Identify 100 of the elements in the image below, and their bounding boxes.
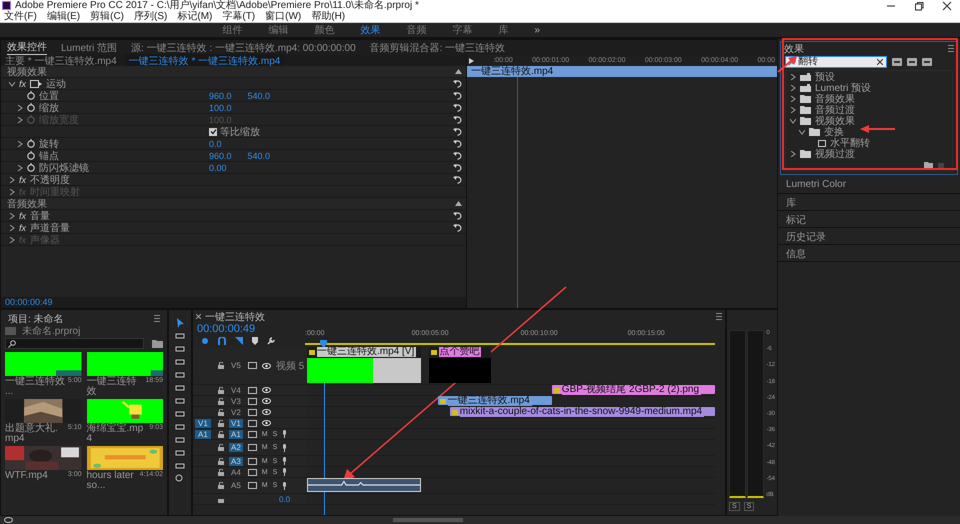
workspace-tab[interactable]: 效果 — [360, 23, 380, 37]
menu-item[interactable]: 字幕(T) — [222, 11, 256, 22]
chevron-icon[interactable] — [790, 96, 796, 102]
track-target[interactable]: A1 — [229, 430, 243, 438]
clip[interactable]: mixkit-a-couple-of-cats-in-the-snow-9949-medium.mp4 — [450, 407, 715, 416]
chevron-icon[interactable] — [790, 106, 796, 112]
clip[interactable] — [307, 478, 422, 492]
marker-icon[interactable] — [252, 337, 258, 345]
tree-item[interactable]: 视频效果 — [815, 114, 855, 128]
chevron-icon[interactable] — [17, 104, 23, 110]
panel-tab[interactable]: Lumetri 范围 — [61, 40, 118, 54]
track-target[interactable]: V5 — [229, 361, 243, 370]
eye-icon[interactable] — [262, 420, 271, 426]
source-patch[interactable]: A1 — [195, 430, 211, 438]
snap-icon[interactable] — [218, 337, 226, 345]
collapse-icon[interactable] — [455, 69, 462, 74]
tree-item[interactable]: 视频过渡 — [815, 146, 855, 160]
menu-item[interactable]: 文件(F) — [4, 11, 37, 22]
parameter-value[interactable]: 540.0 — [248, 90, 270, 100]
workspace-tab[interactable]: 组件 — [222, 23, 242, 37]
collapse-icon[interactable] — [455, 201, 462, 206]
sync-icon[interactable] — [4, 517, 13, 523]
track-target[interactable]: A2 — [229, 443, 243, 452]
restore-icon[interactable] — [914, 0, 924, 10]
microphone-icon[interactable] — [282, 444, 288, 452]
clip[interactable]: GBP-视频结尾 2GBP-2 (2).png — [552, 385, 715, 394]
track-target[interactable]: A3 — [229, 456, 243, 466]
transform-icon[interactable] — [30, 80, 42, 88]
linked-selection-icon[interactable] — [235, 337, 243, 345]
workspace-tab[interactable]: 音频 — [406, 23, 426, 37]
clip[interactable]: 一键三连特效.mp4 [V] — [307, 347, 422, 383]
reset-icon[interactable] — [453, 175, 462, 184]
menu-item[interactable]: 帮助(H) — [311, 11, 346, 22]
track-target[interactable]: A5 — [229, 481, 243, 490]
tree-item[interactable]: 变换 — [824, 124, 844, 138]
clip[interactable]: 点个赞吧 — [429, 347, 491, 383]
workspace-tab[interactable]: 编辑 — [268, 23, 288, 37]
collapsed-panel[interactable]: Lumetri Color — [778, 177, 960, 194]
chevron-icon[interactable] — [9, 224, 15, 230]
menu-item[interactable]: 编辑(E) — [46, 11, 80, 22]
selection-tool-icon[interactable] — [175, 318, 185, 328]
eye-icon[interactable] — [262, 409, 271, 415]
chevron-icon[interactable] — [9, 176, 15, 182]
menu-item[interactable]: 剪辑(C) — [90, 11, 124, 22]
close-icon[interactable] — [942, 0, 952, 10]
checkbox[interactable] — [209, 128, 217, 136]
close-icon[interactable] — [196, 314, 201, 319]
parameter-value[interactable]: 0.0 — [209, 138, 222, 148]
parameter-value[interactable]: 540.0 — [248, 150, 270, 160]
chevron-icon[interactable] — [790, 150, 796, 156]
parameter-value[interactable]: 960.0 — [209, 90, 232, 100]
nest-icon[interactable] — [201, 337, 209, 345]
wrench-icon[interactable] — [267, 337, 275, 345]
timecode[interactable]: 00:00:00:49 — [1, 297, 53, 307]
fx-badge[interactable]: fx — [19, 78, 26, 88]
chevron-icon[interactable] — [17, 164, 23, 170]
chevron-icon[interactable] — [799, 128, 805, 134]
track-target[interactable]: V1 — [229, 418, 243, 428]
clip-bar[interactable]: 一键三连特效.mp4 — [467, 66, 777, 77]
track-target[interactable]: V3 — [229, 396, 243, 406]
microphone-icon[interactable] — [282, 457, 288, 465]
more-workspaces-button[interactable]: » — [534, 24, 540, 36]
parameter-value[interactable]: 960.0 — [209, 150, 232, 160]
eye-icon[interactable] — [262, 387, 271, 393]
eye-icon[interactable] — [262, 362, 271, 368]
chevron-icon[interactable] — [790, 74, 796, 80]
chevron-icon[interactable] — [790, 118, 796, 124]
new-bin-icon[interactable] — [152, 339, 163, 348]
chevron-icon[interactable] — [9, 80, 15, 86]
track-target[interactable]: V4 — [229, 386, 243, 394]
tree-item[interactable]: 音频过渡 — [815, 102, 855, 116]
search-field[interactable] — [5, 338, 144, 349]
fx-badge[interactable]: fx — [19, 222, 26, 232]
sequence-tab[interactable]: 一键三连特效 — [205, 310, 265, 324]
clear-icon[interactable] — [877, 59, 883, 65]
chevron-icon[interactable] — [9, 212, 15, 218]
reset-icon[interactable] — [453, 79, 462, 88]
menu-icon[interactable] — [716, 313, 722, 320]
search-field[interactable]: 翻转 — [785, 56, 887, 68]
reset-icon[interactable] — [453, 211, 462, 220]
track-target[interactable]: V2 — [229, 408, 243, 416]
menu-item[interactable]: 序列(S) — [134, 11, 168, 22]
track-target[interactable]: A4 — [229, 468, 243, 476]
fx-badge[interactable]: fx — [19, 210, 26, 220]
timecode[interactable]: 00:00:00:49 — [197, 323, 307, 335]
master-volume[interactable]: 0.0 — [279, 494, 290, 504]
tree-item[interactable]: 水平翻转 — [830, 136, 870, 150]
menu-item[interactable]: 窗口(W) — [265, 11, 302, 22]
tree-item[interactable]: 预设 — [815, 70, 835, 84]
workspace-tab[interactable]: 字幕 — [452, 23, 472, 37]
microphone-icon[interactable] — [282, 468, 288, 476]
microphone-icon[interactable] — [282, 482, 288, 490]
tree-item[interactable]: 音频效果 — [815, 92, 855, 106]
play-icon[interactable] — [469, 58, 474, 64]
reset-icon[interactable] — [453, 223, 462, 232]
chevron-icon[interactable] — [790, 84, 796, 90]
menu-icon[interactable] — [948, 45, 954, 52]
parameter-value[interactable]: 0.00 — [209, 162, 227, 172]
panel-tab[interactable]: 音频剪辑混合器: 一键三连特效 — [370, 40, 506, 54]
workspace-tab[interactable]: 颜色 — [314, 23, 334, 37]
